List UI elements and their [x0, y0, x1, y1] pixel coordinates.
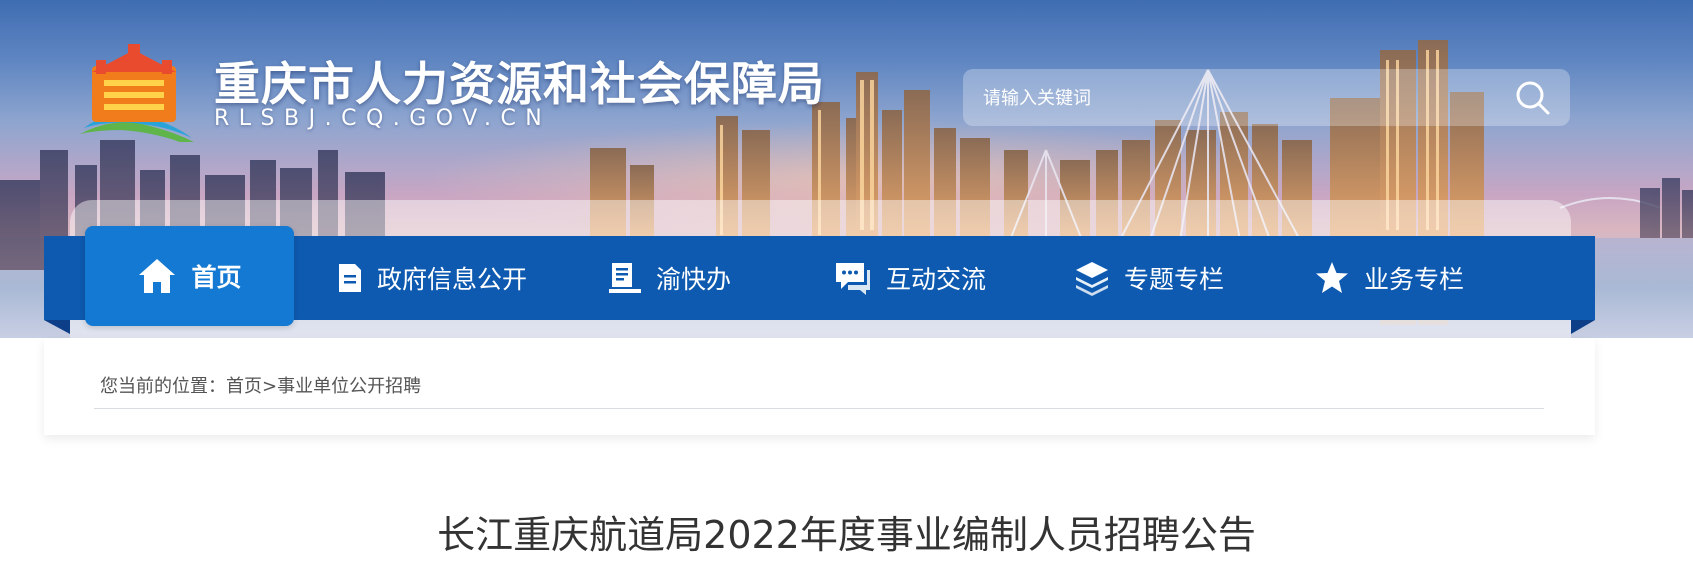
chat-icon — [836, 263, 870, 295]
layers-icon — [1076, 262, 1108, 296]
breadcrumb-card: 您当前的位置：首页>事业单位公开招聘 — [44, 338, 1595, 435]
main-nav: 首页 政府信息公开 渝快办 互动交流 专题专栏 业务专栏 — [44, 226, 1595, 326]
nav-item-label: 互动交流 — [886, 265, 987, 294]
nav-item-label: 业务专栏 — [1364, 265, 1465, 294]
nav-item-business[interactable]: 业务专栏 — [1314, 236, 1464, 320]
nav-fold-right — [1571, 320, 1595, 334]
breadcrumb-current-link[interactable]: 事业单位公开招聘 — [277, 376, 421, 397]
home-icon — [139, 259, 176, 293]
breadcrumb-prefix: 您当前的位置： — [100, 376, 226, 397]
nav-fold-left — [44, 320, 70, 334]
search-input[interactable] — [981, 79, 1465, 118]
search-box — [963, 69, 1570, 126]
chongqing-gate-logo — [80, 44, 194, 142]
nav-item-label: 专题专栏 — [1124, 265, 1225, 294]
site-title[interactable]: 重庆市人力资源和社会保障局 — [214, 48, 825, 114]
nav-item-interaction[interactable]: 互动交流 — [834, 236, 986, 320]
nav-item-gov-info[interactable]: 政府信息公开 — [337, 236, 527, 320]
breadcrumb: 您当前的位置：首页>事业单位公开招聘 — [100, 372, 421, 398]
nav-item-label: 渝快办 — [656, 265, 732, 294]
breadcrumb-divider — [94, 408, 1544, 409]
search-icon[interactable] — [1514, 79, 1552, 117]
clipboard-icon — [609, 263, 641, 293]
article-title: 长江重庆航道局2022年度事业编制人员招聘公告 — [437, 513, 1256, 557]
nav-item-special-topics[interactable]: 专题专栏 — [1074, 236, 1224, 320]
breadcrumb-home-link[interactable]: 首页 — [226, 376, 262, 397]
nav-item-home[interactable]: 首页 — [85, 226, 294, 326]
nav-item-label: 政府信息公开 — [377, 265, 528, 294]
nav-item-label: 首页 — [191, 263, 242, 292]
site-domain: RLSBJ.CQ.GOV.CN — [214, 106, 552, 131]
document-icon — [339, 264, 361, 292]
star-icon — [1316, 262, 1348, 293]
nav-item-yukuaiban[interactable]: 渝快办 — [608, 236, 731, 320]
breadcrumb-separator: > — [262, 376, 278, 397]
